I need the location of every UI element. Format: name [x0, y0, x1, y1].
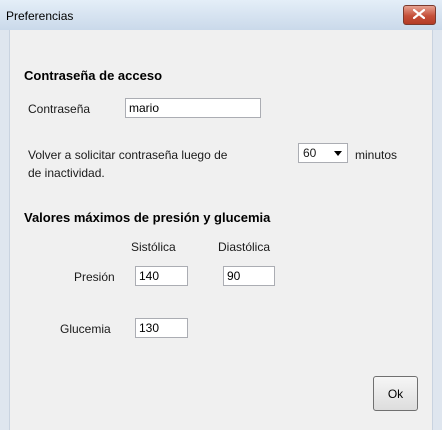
- systolic-input[interactable]: [135, 266, 188, 286]
- title-bar[interactable]: Preferencias: [0, 0, 442, 31]
- dialog-body: Contraseña de acceso Contraseña Volver a…: [10, 30, 432, 430]
- relogin-suffix-label: minutos: [355, 148, 398, 162]
- limits-section-heading: Valores máximos de presión y glucemia: [24, 210, 271, 225]
- glucose-input[interactable]: [135, 318, 188, 338]
- password-label: Contraseña: [28, 102, 91, 116]
- minutes-select-dropdown[interactable]: [330, 145, 346, 161]
- close-icon: [413, 9, 425, 19]
- window-frame-right: [432, 30, 442, 430]
- password-input[interactable]: [125, 98, 261, 118]
- diastolic-input[interactable]: [223, 266, 275, 286]
- inactivity-label: de inactividad.: [28, 166, 105, 180]
- password-section-heading: Contraseña de acceso: [24, 68, 163, 83]
- minutes-select[interactable]: 60: [298, 143, 348, 163]
- close-button[interactable]: [403, 5, 436, 25]
- diastolic-column-header: Diastólica: [218, 240, 271, 254]
- window-title: Preferencias: [6, 9, 74, 23]
- relogin-prefix-label: Volver a solicitar contraseña luego de: [28, 148, 228, 162]
- chevron-down-icon: [334, 151, 342, 156]
- window-frame-left: [0, 30, 10, 430]
- preferences-window: Preferencias Contraseña de acceso Contra…: [0, 0, 442, 430]
- pressure-label: Presión: [74, 270, 115, 284]
- ok-button[interactable]: Ok: [373, 376, 418, 411]
- glucose-label: Glucemia: [60, 322, 111, 336]
- minutes-select-value: 60: [303, 146, 317, 160]
- systolic-column-header: Sistólica: [131, 240, 176, 254]
